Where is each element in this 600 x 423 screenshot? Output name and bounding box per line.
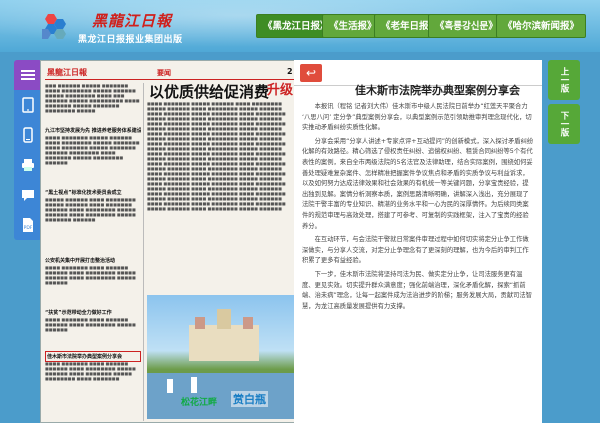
paper-masthead: 黑龍江日報	[47, 67, 87, 77]
back-button[interactable]: ↩	[300, 64, 322, 82]
paper-column-text: ■■■■ ■■■■■■■ ■■■■ ■■■■■■ ■■■■■■ ■■■■ ■■■…	[45, 265, 136, 285]
paper-column-text: ■■■■■ ■■■■■■ ■■■■ ■■■■■■■■ ■■■■■ ■■■■■■ …	[45, 197, 136, 222]
logo-icon	[42, 14, 66, 39]
article-panel: ↩ 佳木斯市法院举办典型案例分享会 本报讯（程铭 记者刘大伟）佳木斯市中级人民法…	[294, 60, 542, 423]
svg-text:PDF: PDF	[24, 225, 33, 231]
phone-button[interactable]	[14, 120, 42, 150]
newspaper-page[interactable]: 黑龍江日報 要闻 2 ■■■ ■■■■■■ ■■■■■ ■■■■■■■ ■■■■…	[40, 60, 302, 423]
article-title: 佳木斯市法院举办典型案例分享会	[355, 84, 520, 97]
article-paragraph: 分享会采用“分享人讲述+专家点评+互动提问”的创新模式，深入探讨矛盾纠纷化解的有…	[302, 137, 534, 230]
brand-calligraphy[interactable]: 黑龍江日報	[92, 10, 172, 31]
print-icon	[22, 159, 34, 171]
paper-headline-3[interactable]: 公安机关集中开展打击整治活动	[45, 257, 141, 264]
next-page-button[interactable]: 下一版	[548, 104, 580, 144]
paper-section: 要闻	[157, 69, 171, 77]
photo-caption-a: 松花江畔	[181, 398, 218, 408]
phone-icon	[23, 127, 33, 143]
tablet-icon	[22, 97, 34, 113]
tablet-button[interactable]	[14, 90, 42, 120]
prev-page-button[interactable]: 上一版	[548, 60, 580, 100]
paper-column-text: ■■■■ ■■■■■■■ ■■■■ ■■■■■■ ■■■■■■ ■■■■ ■■■…	[45, 361, 136, 381]
article-paragraph: 下一步，佳木斯市法院将坚持司法为民、做实定分止争，让司法服务更有温度、更见实效。…	[302, 270, 532, 310]
paper-photo[interactable]: 松花江畔 赏白瓶	[147, 295, 299, 419]
paper-headline-1[interactable]: 九江市坚持发展为先 推进养老服务体系建设	[45, 127, 141, 134]
article-paragraph: 本报讯（程铭 记者刘大伟）佳木斯市中级人民法院日前举办“红莲天平聚合力 ‘八思八…	[302, 103, 532, 132]
site-header: 黑龍江日報 黑龙江日报报业集团出版 《黑龙江日报》 《生活报》 《老年日报》 《…	[0, 0, 600, 52]
back-arrow-icon: ↩	[305, 66, 317, 80]
paper-column-text: ■■■ ■■■■■■ ■■■■■ ■■■■■■■ ■■■■ ■■■■■■■■ ■…	[45, 83, 140, 113]
chat-icon	[22, 190, 34, 201]
comment-button[interactable]	[14, 180, 42, 210]
paper-headline-2[interactable]: “黑土视点”标准化技术委员会成立	[45, 189, 141, 196]
paper-column-text: ■■■■ ■■■■■■■ ■■■■■ ■■■■■■ ■■■■ ■■■■■■■■ …	[45, 135, 140, 165]
pdf-icon: PDF	[23, 218, 33, 232]
print-button[interactable]	[14, 150, 42, 180]
pdf-button[interactable]: PDF	[14, 210, 42, 240]
paper-headline-badge: 升级	[267, 83, 294, 98]
nav-korean-daily[interactable]: 《흑룡강신문》	[428, 14, 505, 38]
paper-lead-text: ■■■■ ■■■■■■■ ■■■■■ ■■■■■■ ■■■■ ■■■■■■■■ …	[147, 101, 286, 211]
photo-caption-b: 赏白瓶	[231, 391, 268, 407]
article-paragraph: 在互动环节，与会法院干警就日常案件审理过程中如何切实将定分止争工作做深做实，与分…	[302, 236, 529, 265]
paper-headline-4[interactable]: “扶贫”示范带动全力做好工作	[45, 309, 141, 316]
menu-icon	[21, 70, 35, 80]
paper-page-no: 2	[287, 67, 293, 76]
article-body[interactable]: 本报讯（程铭 记者刘大伟）佳木斯市中级人民法院日前举办“红莲天平聚合力 ‘八思八…	[302, 102, 534, 315]
menu-button[interactable]	[14, 60, 42, 90]
paper-big-headline[interactable]: 以优质供给促消费	[149, 81, 269, 102]
paper-column-text: ■■■■ ■■■■■■■ ■■■■ ■■■■■■ ■■■■■■ ■■■■ ■■■…	[45, 317, 136, 332]
brand-subtitle: 黑龙江日报报业集团出版	[78, 35, 183, 45]
nav-harbin-news[interactable]: 《哈尔滨新闻报》	[496, 14, 587, 38]
